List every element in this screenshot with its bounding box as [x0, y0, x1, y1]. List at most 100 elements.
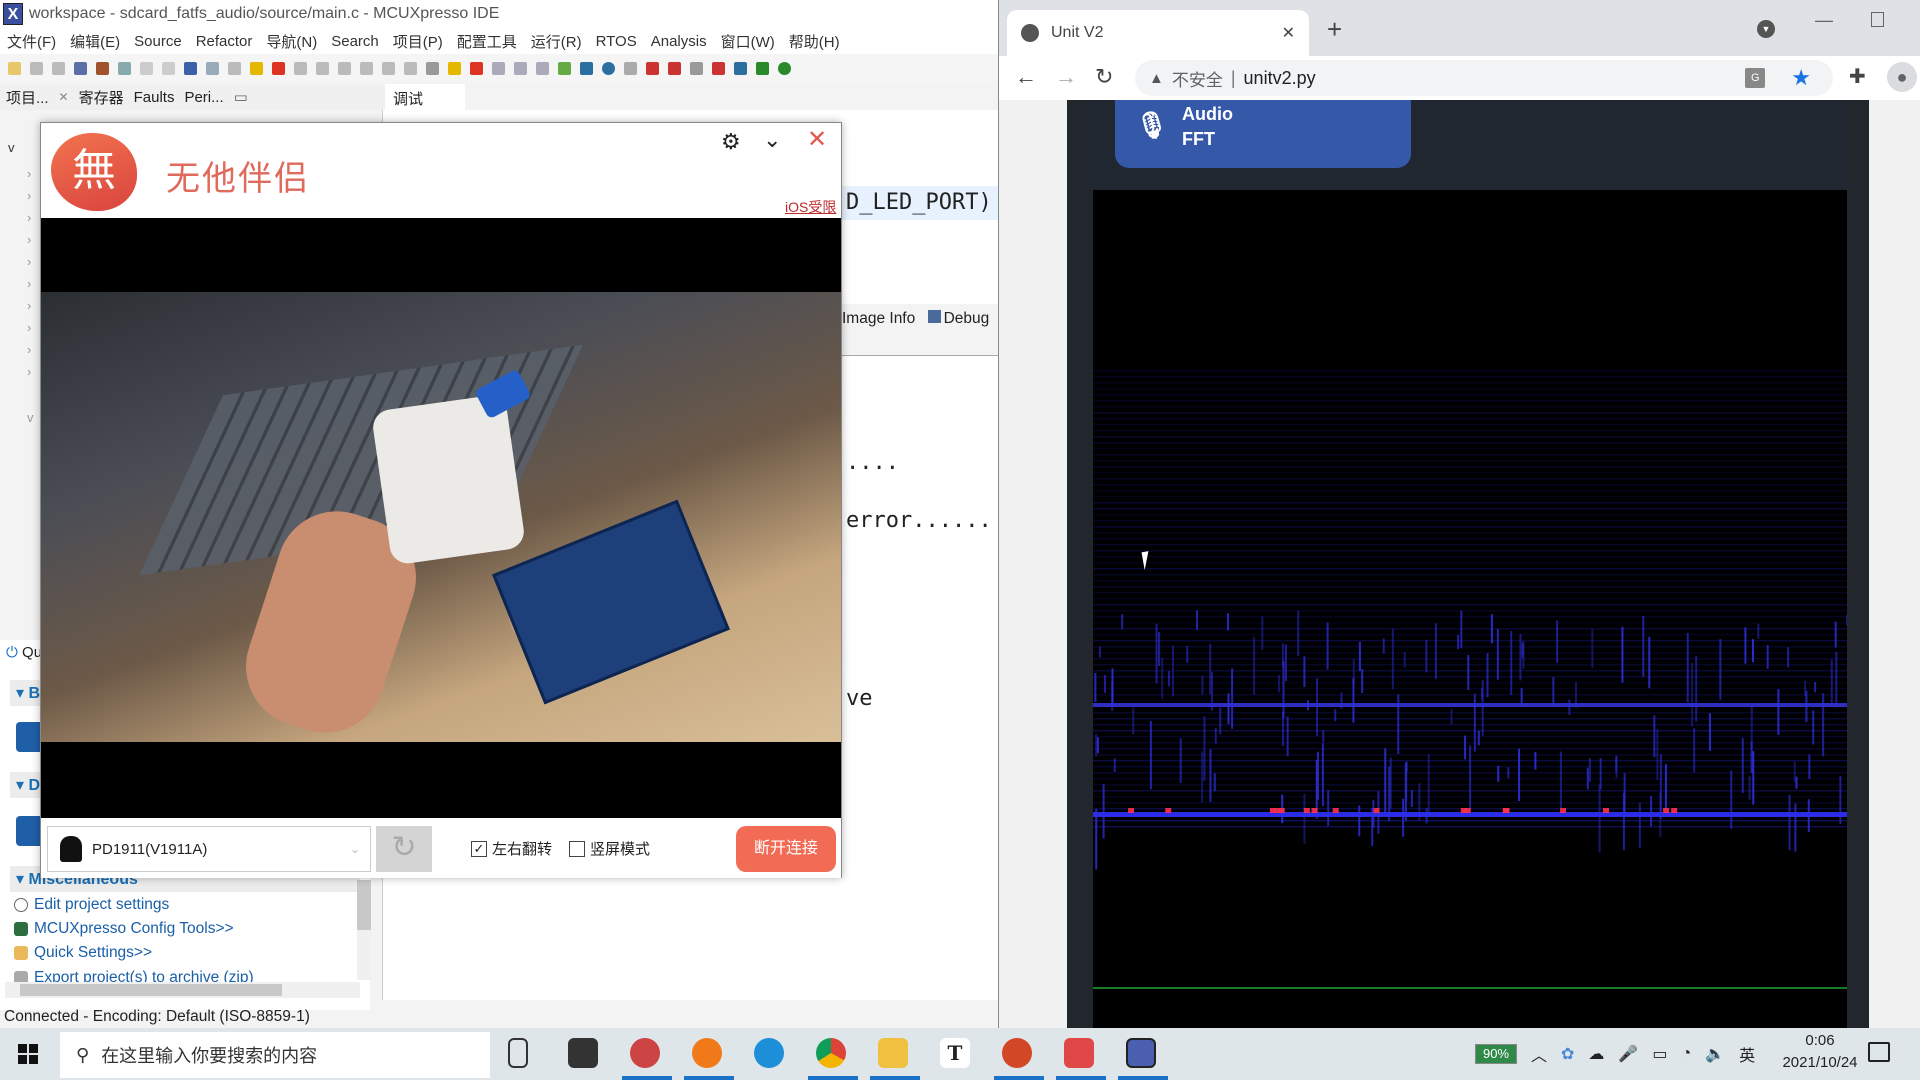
refresh-button[interactable]: ↻ [376, 826, 432, 872]
link-edit-project-settings[interactable]: Edit project settings [14, 896, 169, 914]
save-all-icon[interactable] [52, 61, 65, 75]
chevron-right-icon[interactable]: › [27, 342, 31, 357]
build-config-icon[interactable] [74, 61, 87, 75]
tab-project[interactable]: 项目... [6, 87, 49, 108]
menu-project[interactable]: 项目(P) [393, 31, 443, 52]
chevron-right-icon[interactable]: › [27, 210, 31, 225]
step-into-icon[interactable] [316, 61, 329, 75]
chevron-right-icon[interactable]: › [27, 320, 31, 335]
chevron-down-icon[interactable]: v [27, 410, 34, 425]
menu-help[interactable]: 帮助(H) [789, 31, 840, 52]
baidu-netdisk-icon[interactable]: ✿ [1561, 1044, 1574, 1064]
browser-tab[interactable]: Unit V2 ✕ [1007, 10, 1309, 56]
scrollbar-thumb[interactable] [357, 880, 371, 930]
menu-search[interactable]: Search [331, 33, 379, 50]
extensions-icon[interactable]: ✚ [1849, 64, 1866, 89]
globe-icon[interactable] [602, 61, 615, 75]
forward-icon[interactable]: → [1055, 64, 1077, 90]
wuta-app-icon[interactable] [1064, 1038, 1094, 1068]
audio-fft-button[interactable]: 🎙 Audio FFT [1115, 100, 1411, 168]
chevron-up-icon[interactable]: ︿ [1531, 1042, 1547, 1066]
reload-icon[interactable]: ↻ [1095, 64, 1113, 90]
new-tab-button[interactable]: + [1327, 14, 1342, 45]
tab-registers[interactable]: 寄存器 [79, 87, 124, 108]
menu-analysis[interactable]: Analysis [651, 33, 707, 50]
chevron-right-icon[interactable]: › [27, 232, 31, 247]
mirror-checkbox[interactable]: ✓ 左右翻转 [471, 838, 552, 859]
menu-refactor[interactable]: Refactor [196, 33, 253, 50]
debug-launch-icon[interactable] [558, 61, 571, 75]
menu-run[interactable]: 运行(R) [531, 31, 582, 52]
edge-icon[interactable] [754, 1038, 784, 1068]
device-select[interactable]: PD1911(V1911A) ⌄ [47, 826, 371, 872]
taskbar-search[interactable]: ⚲ 在这里输入你要搜索的内容 [60, 1032, 490, 1078]
translate-icon[interactable]: G [1745, 68, 1766, 88]
step-return-icon[interactable] [360, 61, 373, 75]
step-over-icon[interactable] [338, 61, 351, 75]
checkbox-icon[interactable] [569, 840, 585, 857]
menu-edit[interactable]: 编辑(E) [70, 31, 120, 52]
run-green-icon[interactable] [778, 61, 791, 75]
chevron-right-icon[interactable]: › [27, 298, 31, 313]
clock[interactable]: 0:06 2021/10/24 [1760, 1030, 1880, 1074]
instruction-step-icon[interactable] [382, 61, 395, 75]
battery-indicator[interactable]: 90% [1475, 1044, 1517, 1064]
debug-step-icon[interactable] [206, 61, 219, 75]
address-bar[interactable]: ▲ 不安全 | unitv2.py G ★ [1135, 60, 1833, 96]
binary-icon[interactable] [118, 61, 131, 75]
link-quick-settings[interactable]: Quick Settings>> [14, 944, 152, 962]
menu-navigate[interactable]: 导航(N) [266, 31, 317, 52]
file-explorer-icon[interactable] [878, 1038, 908, 1068]
menu-source[interactable]: Source [134, 33, 182, 50]
ios-restricted-link[interactable]: iOS受限 [785, 197, 836, 217]
chrome-icon[interactable] [816, 1038, 846, 1068]
undo-icon[interactable] [140, 61, 153, 75]
onedrive-icon[interactable]: ☁ [1588, 1044, 1604, 1064]
security-label[interactable]: 不安全 [1172, 66, 1223, 91]
firefox-icon[interactable] [692, 1038, 722, 1068]
notification-center-icon[interactable] [1868, 1042, 1890, 1062]
star-icon[interactable]: ★ [1791, 65, 1811, 91]
save-icon[interactable] [30, 61, 43, 75]
tab-faults[interactable]: Faults [134, 89, 175, 106]
ime-indicator[interactable]: 英 [1739, 1042, 1755, 1066]
maximize-button[interactable] [1871, 12, 1884, 27]
microphone-icon[interactable]: 🎤 [1618, 1044, 1638, 1064]
powerpoint-icon[interactable] [1002, 1038, 1032, 1068]
chevron-right-icon[interactable]: › [27, 166, 31, 181]
resume-icon[interactable] [228, 61, 241, 75]
terminal-icon[interactable] [184, 61, 197, 75]
link-icon[interactable] [646, 61, 659, 75]
wifi-icon[interactable]: ◔ [1681, 1045, 1691, 1063]
run-icon[interactable] [426, 61, 439, 75]
stop-icon[interactable] [470, 61, 483, 75]
profile-avatar[interactable]: ● [1887, 62, 1917, 92]
menu-config-tools[interactable]: 配置工具 [457, 31, 517, 52]
config-tools-icon[interactable] [580, 61, 593, 75]
step-return2-icon[interactable] [536, 61, 549, 75]
new-icon[interactable] [8, 61, 21, 75]
task-view-icon[interactable] [508, 1038, 528, 1068]
chevron-right-icon[interactable]: › [27, 254, 31, 269]
chevron-down-icon[interactable]: v [8, 140, 15, 155]
terminal-app-icon[interactable] [568, 1038, 598, 1068]
minimize-button[interactable]: — [1815, 10, 1833, 31]
volume-icon[interactable]: 🔈 [1705, 1044, 1725, 1064]
typora-icon[interactable]: T [940, 1038, 970, 1068]
step-icon[interactable] [492, 61, 505, 75]
pause-icon[interactable] [448, 61, 461, 75]
debug-dropdown-icon[interactable] [756, 61, 769, 75]
suspend-icon[interactable] [250, 61, 263, 75]
scrollbar-thumb[interactable] [20, 984, 282, 996]
menu-rtos[interactable]: RTOS [596, 33, 637, 50]
tab-debug[interactable]: 调试 [385, 84, 465, 110]
minimize-icon[interactable]: ▭ [234, 88, 248, 106]
tab-search-icon[interactable]: ▼ [1757, 20, 1775, 38]
close-icon[interactable]: ✕ [1282, 23, 1295, 43]
checkbox-icon[interactable]: ✓ [471, 840, 487, 857]
snipping-tool-icon[interactable] [630, 1038, 660, 1068]
warning-icon[interactable]: ▲ [1149, 70, 1164, 87]
mcuxpresso-app-icon[interactable] [1126, 1038, 1156, 1068]
back-icon[interactable]: ← [1015, 64, 1037, 90]
redo-icon[interactable] [162, 61, 175, 75]
